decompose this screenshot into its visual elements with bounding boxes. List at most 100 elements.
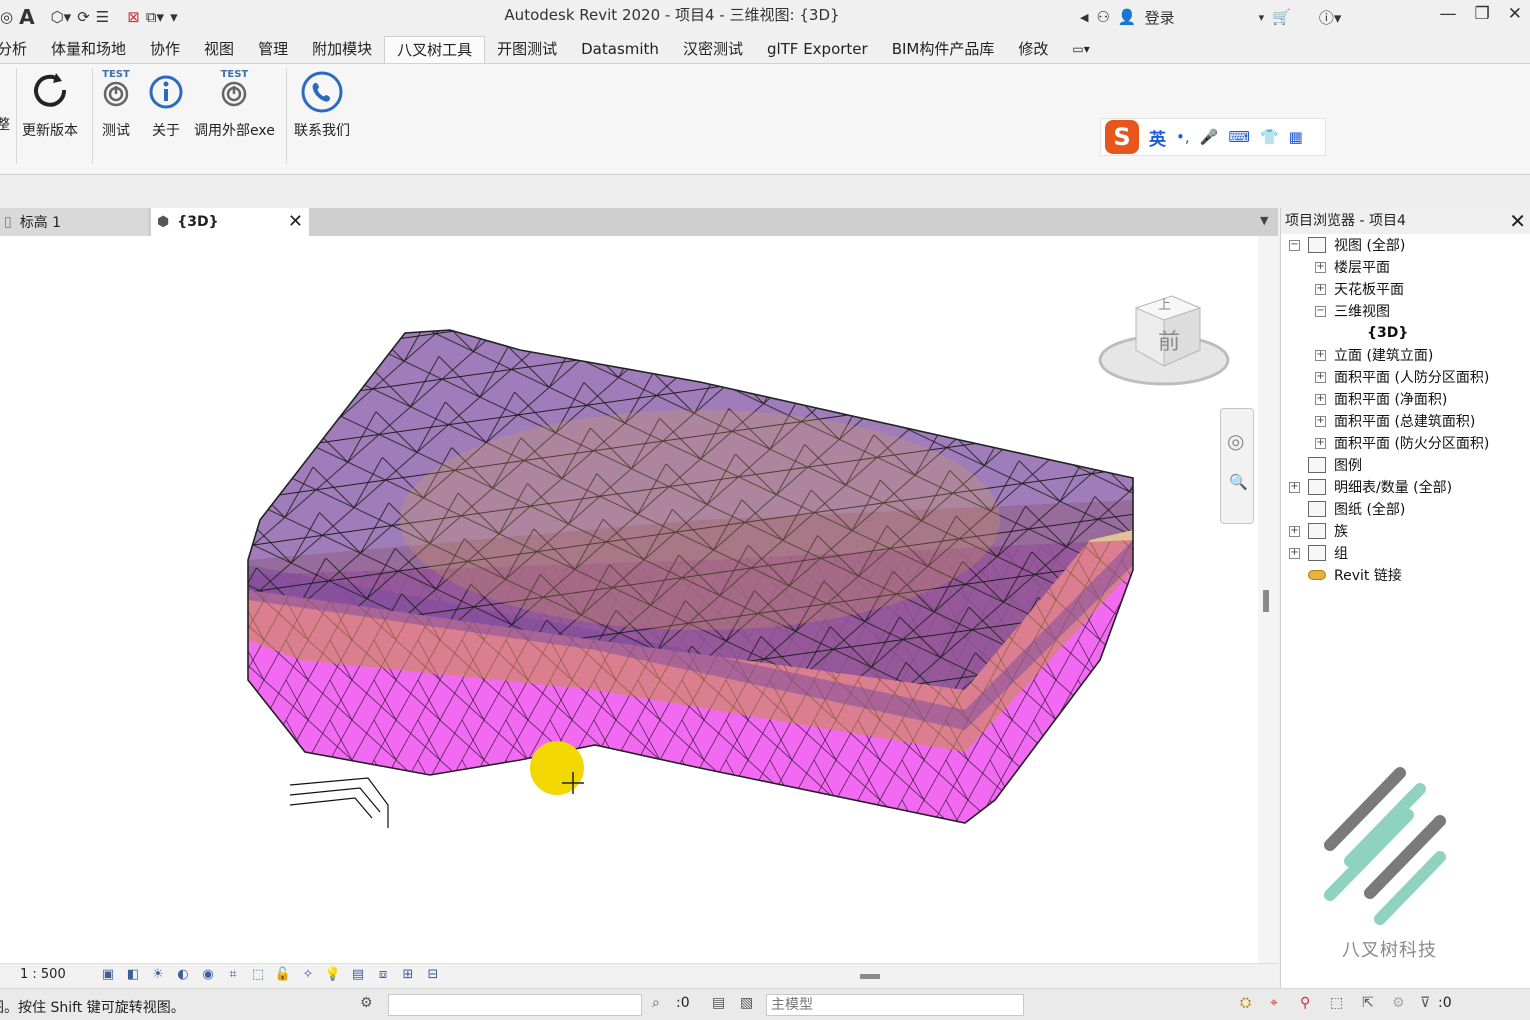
ribbon-minimize-toggle[interactable]: ▭▾ — [1060, 36, 1101, 64]
filter-icon[interactable]: ⊽ — [1420, 995, 1430, 1011]
collapse-icon[interactable]: − — [1315, 305, 1326, 317]
worksets-icon[interactable]: ⚙ — [360, 995, 373, 1011]
binoculars-icon[interactable]: ⚇ — [1096, 8, 1109, 26]
selection-icon[interactable]: ⌕ — [652, 995, 660, 1011]
login-link[interactable]: 登录 — [1145, 7, 1175, 28]
minimize-icon[interactable]: — — [1440, 4, 1457, 24]
tree-item-revit-links[interactable]: Revit 链接 — [1308, 564, 1402, 586]
zoom-icon[interactable]: 🔍 — [1229, 473, 1248, 491]
viewcube-front-face[interactable]: 前 — [1158, 324, 1180, 356]
expand-icon[interactable]: + — [1289, 547, 1300, 559]
terrain-model[interactable] — [0, 236, 1258, 963]
expand-icon[interactable]: + — [1315, 283, 1326, 295]
workset-select[interactable] — [388, 994, 642, 1016]
login-dropdown-icon[interactable]: ▾ — [1259, 11, 1265, 24]
highlight-displacement-icon[interactable]: ⊟ — [423, 965, 443, 985]
tree-item-area-net[interactable]: + 面积平面 (净面积) — [1315, 388, 1447, 410]
design-option-select[interactable]: 主模型 — [766, 994, 1024, 1016]
tab-manage[interactable]: 管理 — [246, 36, 300, 64]
viewcube-top-face[interactable]: 上 — [1158, 294, 1171, 313]
tree-item-legends[interactable]: 图例 — [1308, 454, 1362, 476]
detail-level-icon[interactable]: ▣ — [98, 965, 118, 985]
tab-view[interactable]: 视图 — [192, 36, 246, 64]
tab-collaborate[interactable]: 协作 — [138, 36, 192, 64]
tree-item-area-fire[interactable]: + 面积平面 (防火分区面积) — [1315, 432, 1489, 454]
tree-item-3d[interactable]: {3D} — [1367, 322, 1408, 344]
tree-item-sheets[interactable]: 图纸 (全部) — [1308, 498, 1405, 520]
tab-hanmi-test[interactable]: 汉密测试 — [671, 36, 755, 64]
tab-bim-library[interactable]: BIM构件产品库 — [880, 36, 1007, 64]
search-arrow-icon[interactable]: ◀ — [1080, 11, 1088, 24]
tree-item-ceiling-plans[interactable]: + 天花板平面 — [1315, 278, 1404, 300]
tab-modify[interactable]: 修改 — [1006, 36, 1060, 64]
view-tabs-dropdown-icon[interactable]: ▼ — [1260, 214, 1268, 227]
expand-icon[interactable]: + — [1315, 261, 1326, 273]
restore-icon[interactable]: ❐ — [1475, 4, 1490, 24]
contact-us-button[interactable]: 联系我们 — [294, 70, 350, 140]
tab-analyze[interactable]: 分析 — [0, 36, 39, 64]
ime-language-toggle[interactable]: 英 — [1149, 125, 1166, 150]
view-tab-3d[interactable]: ⬢ {3D} ✕ — [151, 208, 309, 236]
design-options-icon[interactable]: ▤ — [712, 995, 725, 1011]
select-links-icon[interactable]: ⛭ — [1240, 995, 1251, 1011]
about-button[interactable]: 关于 — [148, 70, 184, 140]
expand-icon[interactable]: + — [1315, 437, 1326, 449]
temporary-properties-icon[interactable]: ▤ — [348, 965, 368, 985]
tree-item-elevations[interactable]: + 立面 (建筑立面) — [1315, 344, 1433, 366]
tab-octree-tools[interactable]: 八叉树工具 — [384, 36, 486, 64]
visual-style-icon[interactable]: ◧ — [123, 965, 143, 985]
analytical-model-icon[interactable]: ⊞ — [398, 965, 418, 985]
sun-path-icon[interactable]: ☀ — [148, 965, 168, 985]
steering-wheel-icon[interactable]: ◎ — [1227, 429, 1244, 453]
expand-icon[interactable]: + — [1315, 415, 1326, 427]
select-pinned-icon[interactable]: ⚲ — [1300, 995, 1310, 1011]
close-icon[interactable]: ✕ — [1509, 209, 1526, 233]
viewcube[interactable]: 上 前 — [1096, 288, 1232, 400]
tab-massing-site[interactable]: 体量和场地 — [39, 36, 138, 64]
skin-icon[interactable]: 👕 — [1260, 128, 1279, 146]
scroll-thumb[interactable] — [1263, 590, 1269, 612]
update-version-button[interactable]: 更新版本 — [22, 70, 78, 140]
keyboard-icon[interactable]: ⌨ — [1228, 128, 1250, 146]
horizontal-scroll-thumb[interactable] — [860, 974, 880, 979]
show-crop-icon[interactable]: ⬚ — [248, 965, 268, 985]
expand-icon[interactable]: + — [1315, 371, 1326, 383]
tree-item-groups[interactable]: + 组 — [1289, 542, 1348, 564]
collapse-icon[interactable]: − — [1289, 239, 1300, 251]
help-icon[interactable]: ⓘ▾ — [1319, 7, 1342, 28]
shadows-icon[interactable]: ◐ — [173, 965, 193, 985]
crop-view-icon[interactable]: ⌗ — [223, 965, 243, 985]
expand-icon[interactable]: + — [1289, 481, 1300, 493]
temporary-hide-icon[interactable]: ✧ — [298, 965, 318, 985]
tree-item-area-gross[interactable]: + 面积平面 (总建筑面积) — [1315, 410, 1475, 432]
tab-datasmith[interactable]: Datasmith — [569, 36, 671, 64]
close-icon[interactable]: ✕ — [1508, 4, 1522, 24]
view-tab-level-1[interactable]: ▯ 标高 1 — [0, 208, 148, 236]
test-button[interactable]: TEST 测试 — [102, 70, 130, 140]
background-processes-icon[interactable]: ⚙ — [1392, 995, 1405, 1011]
tree-item-views[interactable]: − 视图 (全部) — [1289, 234, 1405, 256]
worksharing-display-icon[interactable]: ⧈ — [373, 965, 393, 985]
render-icon[interactable]: ◉ — [198, 965, 218, 985]
tab-add-ins[interactable]: 附加模块 — [300, 36, 384, 64]
select-by-face-icon[interactable]: ⬚ — [1330, 995, 1343, 1011]
tree-item-3d-views[interactable]: − 三维视图 — [1315, 300, 1390, 322]
ribbon-cut-button[interactable]: 整 — [0, 114, 10, 134]
exclude-options-icon[interactable]: ▧ — [740, 995, 753, 1011]
vertical-scrollbar[interactable] — [1258, 236, 1278, 963]
cart-icon[interactable]: 🛒 — [1272, 8, 1291, 26]
apps-icon[interactable]: ▦ — [1289, 128, 1303, 146]
punctuation-icon[interactable]: •, — [1176, 128, 1190, 146]
close-tab-icon[interactable]: ✕ — [288, 211, 303, 232]
microphone-icon[interactable]: 🎤 — [1200, 128, 1219, 146]
select-underlay-icon[interactable]: ⌖ — [1270, 995, 1278, 1011]
call-external-exe-button[interactable]: TEST 调用外部exe — [194, 70, 275, 140]
tab-gltf-exporter[interactable]: glTF Exporter — [755, 36, 880, 64]
drawing-area[interactable]: 上 前 ◎ 🔍 — [0, 236, 1258, 963]
view-scale[interactable]: 1 : 500 — [20, 967, 66, 982]
reveal-hidden-icon[interactable]: 💡 — [323, 965, 343, 985]
expand-icon[interactable]: + — [1315, 393, 1326, 405]
tree-item-area-civil-defense[interactable]: + 面积平面 (人防分区面积) — [1315, 366, 1489, 388]
unlock-3d-icon[interactable]: 🔓 — [273, 965, 293, 985]
expand-icon[interactable]: + — [1315, 349, 1326, 361]
